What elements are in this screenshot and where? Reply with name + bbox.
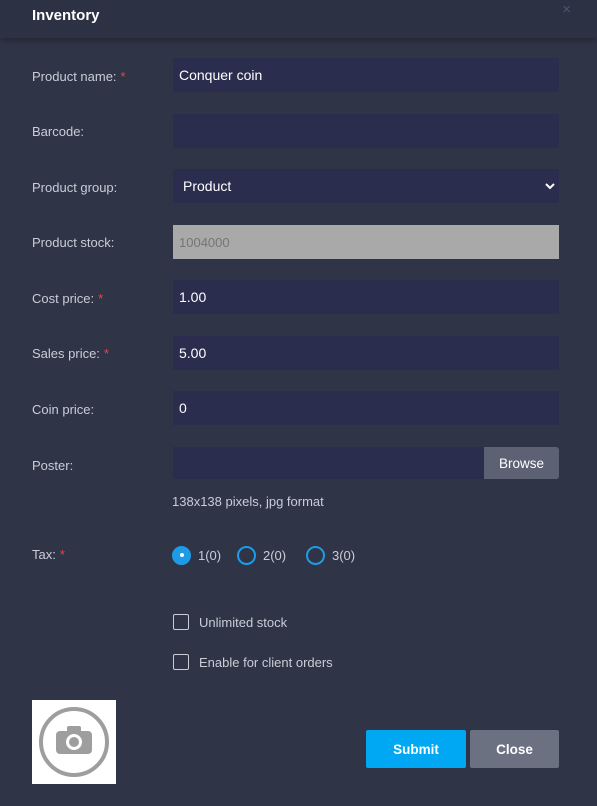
unlimited-stock-checkbox[interactable] bbox=[173, 614, 189, 630]
browse-button[interactable]: Browse bbox=[484, 447, 559, 479]
submit-button[interactable]: Submit bbox=[366, 730, 466, 768]
sales-price-input[interactable] bbox=[173, 336, 559, 370]
tax-option-1[interactable]: 1(0) bbox=[172, 544, 221, 566]
required-marker: * bbox=[103, 346, 109, 361]
product-group-select[interactable]: Product bbox=[173, 169, 559, 203]
chevron-down-icon bbox=[545, 179, 555, 193]
product-stock-label: Product stock: bbox=[32, 235, 115, 250]
product-stock-input bbox=[173, 225, 559, 259]
required-marker: * bbox=[59, 547, 65, 562]
dialog-title: Inventory bbox=[32, 7, 100, 24]
client-orders-label: Enable for client orders bbox=[199, 654, 333, 670]
close-icon[interactable]: × bbox=[562, 1, 571, 18]
client-orders-option[interactable]: Enable for client orders bbox=[173, 653, 333, 671]
close-button[interactable]: Close bbox=[470, 730, 559, 768]
product-group-label: Product group: bbox=[32, 180, 118, 195]
tax-option-3[interactable]: 3(0) bbox=[306, 544, 355, 566]
cost-price-label: Cost price: * bbox=[32, 291, 104, 306]
product-photo[interactable] bbox=[32, 700, 116, 784]
poster-label: Poster: bbox=[32, 458, 74, 473]
tax-option-label: 3(0) bbox=[332, 547, 356, 563]
coin-price-label: Coin price: bbox=[32, 402, 95, 417]
product-name-input[interactable] bbox=[173, 58, 559, 92]
tax-option-label: 2(0) bbox=[263, 547, 287, 563]
tax-option-2[interactable]: 2(0) bbox=[237, 544, 286, 566]
barcode-label: Barcode: bbox=[32, 124, 85, 139]
required-marker: * bbox=[98, 291, 104, 306]
photo-frame bbox=[39, 707, 109, 777]
barcode-input[interactable] bbox=[173, 114, 559, 148]
poster-hint: 138x138 pixels, jpg format bbox=[172, 494, 324, 509]
unlimited-stock-option[interactable]: Unlimited stock bbox=[173, 613, 287, 631]
client-orders-checkbox[interactable] bbox=[173, 654, 189, 670]
sales-price-label: Sales price: * bbox=[32, 346, 109, 361]
product-group-selected: Product bbox=[183, 178, 232, 194]
unlimited-stock-label: Unlimited stock bbox=[199, 614, 288, 630]
poster-file-input[interactable] bbox=[173, 447, 485, 479]
camera-icon bbox=[55, 725, 93, 760]
cost-price-input[interactable] bbox=[173, 280, 559, 314]
product-name-label: Product name: * bbox=[32, 69, 126, 84]
tax-label: Tax: * bbox=[32, 547, 65, 562]
coin-price-input[interactable] bbox=[173, 391, 559, 425]
radio-button-checked[interactable] bbox=[172, 545, 191, 565]
tax-option-label: 1(0) bbox=[198, 547, 222, 563]
dialog-header: Inventory × bbox=[0, 0, 597, 38]
radio-button[interactable] bbox=[306, 545, 325, 565]
required-marker: * bbox=[120, 69, 126, 84]
radio-button[interactable] bbox=[237, 545, 256, 565]
